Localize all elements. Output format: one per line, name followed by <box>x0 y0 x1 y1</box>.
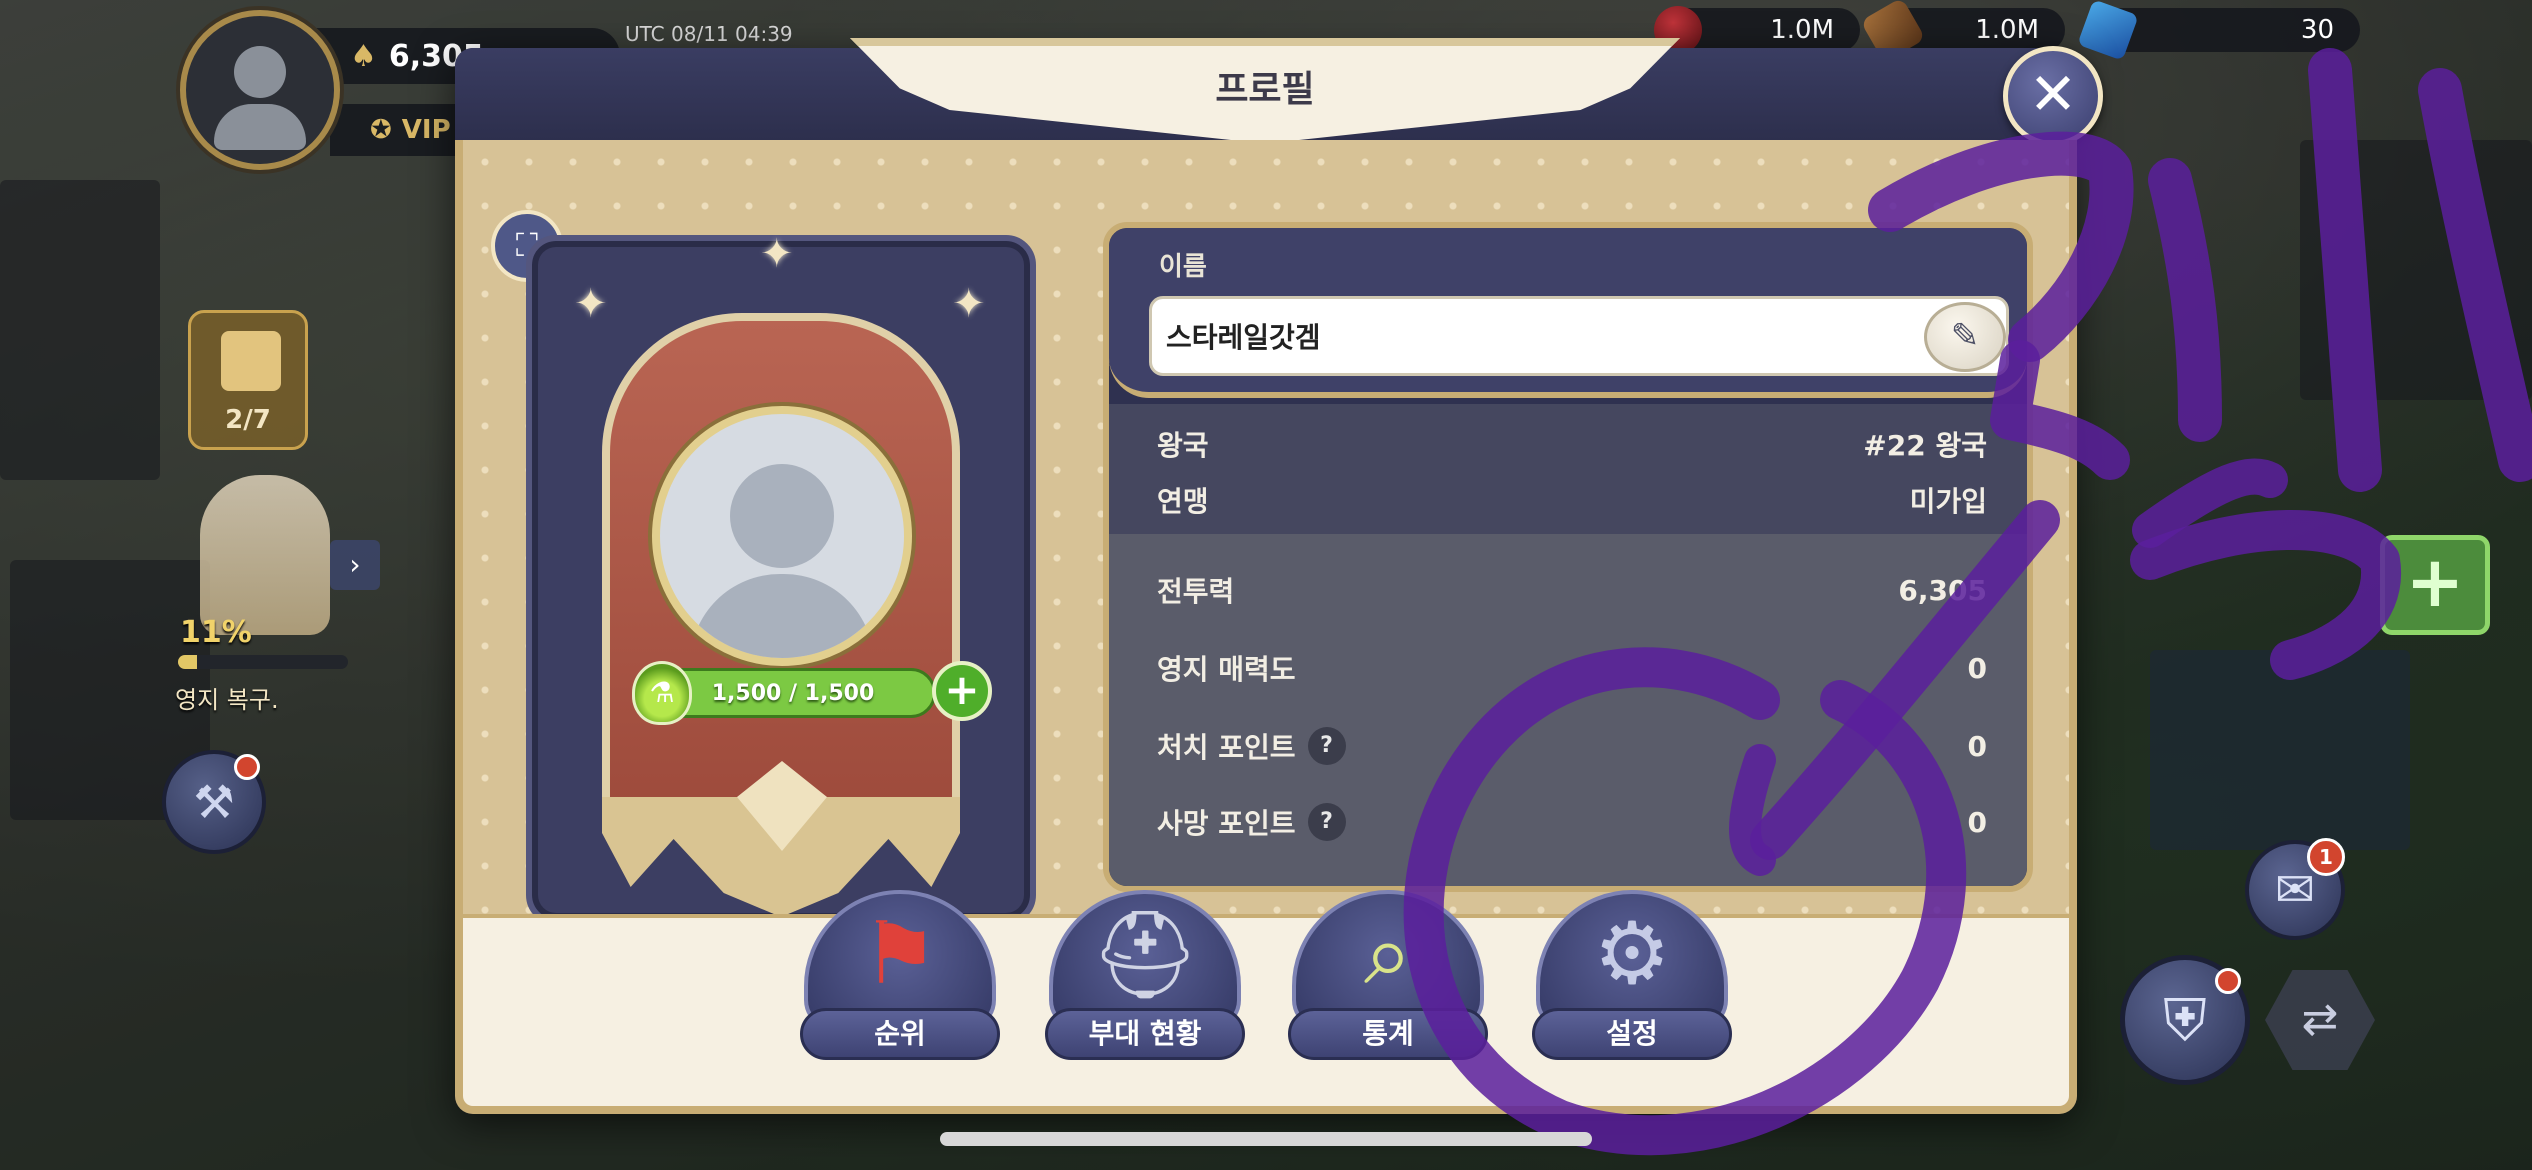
resource-wood[interactable]: 1.0M <box>1860 0 2065 63</box>
stat-row-charm: 영지 매력도 0 <box>1109 640 2027 696</box>
resource-gem[interactable]: 30 <box>2077 0 2360 61</box>
build-button[interactable]: ⚒ <box>162 750 266 854</box>
ranking-banner-icon: ⚑ <box>861 904 939 1004</box>
resource-meat[interactable]: 1.0M <box>1654 6 1860 54</box>
gear-icon: ⚙ <box>1593 904 1671 1004</box>
swap-icon: ⇄ <box>2301 994 2339 1045</box>
kingdom-label: 왕국 <box>1157 429 1209 462</box>
troop-status-button[interactable]: ⛑ 부대 현황 <box>1045 890 1245 1060</box>
envelope-icon: ✉ <box>2274 862 2316 918</box>
portrait-body-silhouette <box>690 574 874 658</box>
star-ornament-icon: ✦ <box>574 281 608 327</box>
restore-progress-fill <box>178 655 197 669</box>
potion-icon: ⚗ <box>632 661 692 725</box>
mail-button[interactable]: ✉ 1 <box>2245 838 2345 940</box>
troops-button[interactable]: ⛨ <box>2120 955 2250 1085</box>
stat-label: 사망 포인트 <box>1157 807 1296 840</box>
help-icon[interactable]: ? <box>1307 803 1346 841</box>
troop-status-label: 부대 현황 <box>1045 1008 1245 1060</box>
stat-value: 0 <box>1967 805 1987 839</box>
utc-clock: UTC 08/11 04:39 <box>625 22 793 46</box>
alliance-label: 연맹 <box>1157 485 1209 518</box>
mail-badge: 1 <box>2307 838 2345 876</box>
stat-label: 처치 포인트 <box>1157 731 1296 764</box>
profile-portrait[interactable] <box>652 406 912 666</box>
modal-body: ⛶ ✦ ✦ ✦ 1,500 / 1,500 ⚗ + 이름 스타레일갓겜 ✎ 왕국… <box>455 140 2077 925</box>
avatar-head-silhouette <box>234 46 286 98</box>
quest-count: 2/7 <box>225 405 271 435</box>
vip-label: VIP <box>401 115 451 145</box>
name-value: 스타레일갓겜 <box>1166 321 1321 354</box>
settings-button[interactable]: ⚙ 설정 <box>1532 890 1732 1060</box>
edit-name-button[interactable]: ✎ <box>1924 302 2006 372</box>
plus-icon: + <box>944 665 980 714</box>
close-button[interactable]: ✕ <box>2003 46 2103 146</box>
expand-arrow-button[interactable]: › <box>330 540 380 590</box>
restore-label: 영지 복구. <box>175 686 279 714</box>
stat-value: 0 <box>1967 729 1987 763</box>
hammer-icon: ⚒ <box>193 775 235 829</box>
magnifier-icon: ⌕ <box>1363 904 1413 1004</box>
restore-percent: 11% <box>180 615 252 650</box>
notification-dot <box>234 754 260 780</box>
scroll-icon <box>221 331 281 391</box>
pencil-icon: ✎ <box>1950 316 1980 356</box>
star-ornament-icon: ✦ <box>760 231 794 277</box>
profile-modal: 프로필 ✕ ⛶ ✦ ✦ ✦ 1,500 / 1,500 ⚗ + 이름 스타레일갓… <box>455 38 2103 1114</box>
vip-gear-icon: ✪ <box>370 115 392 145</box>
name-section: 이름 스타레일갓겜 ✎ <box>1109 228 2027 398</box>
helmet-icon: ⛑ <box>1090 905 1200 1005</box>
statistics-label: 통계 <box>1288 1008 1488 1060</box>
stat-value: 0 <box>1967 651 1987 685</box>
chevron-right-icon: › <box>349 548 361 581</box>
hero-portrait <box>200 475 330 635</box>
name-field[interactable]: 스타레일갓겜 <box>1149 296 2009 376</box>
stamina-value: 1,500 / 1,500 <box>711 680 875 706</box>
add-stamina-button[interactable]: + <box>932 661 992 721</box>
portrait-head-silhouette <box>730 464 834 568</box>
stamina-bar: 1,500 / 1,500 <box>650 668 936 718</box>
alliance-row: 연맹 미가입 <box>1109 472 2027 528</box>
profile-info-panel: 이름 스타레일갓겜 ✎ 왕국 #22 왕국 연맹 미가입 전투력 6,305 영… <box>1103 222 2033 892</box>
resource-meat-value: 1.0M <box>1770 15 1834 45</box>
player-avatar[interactable] <box>180 10 340 170</box>
stat-row-kill-points: 처치 포인트? 0 <box>1109 718 2027 774</box>
ranking-button[interactable]: ⚑ 순위 <box>800 890 1000 1060</box>
ranking-label: 순위 <box>800 1008 1000 1060</box>
profile-card: ✦ ✦ ✦ 1,500 / 1,500 ⚗ + <box>526 231 1036 925</box>
kingdom-value: #22 왕국 <box>1863 429 1987 462</box>
name-label: 이름 <box>1159 252 1207 282</box>
alliance-value: 미가입 <box>1909 485 1987 518</box>
stat-value: 6,305 <box>1898 573 1987 607</box>
stat-row-death-points: 사망 포인트? 0 <box>1109 794 2027 850</box>
stat-row-power: 전투력 6,305 <box>1109 562 2027 618</box>
knight-helmet-icon: ⛨ <box>2163 986 2207 1054</box>
settings-label: 설정 <box>1532 1008 1732 1060</box>
modal-footer <box>455 914 2077 1114</box>
add-building-button[interactable]: + <box>2380 535 2490 635</box>
restore-progress-bar <box>178 655 348 669</box>
close-icon: ✕ <box>2028 60 2078 128</box>
home-indicator[interactable] <box>940 1132 1592 1146</box>
resource-gem-value: 30 <box>2300 15 2334 45</box>
kingdom-row: 왕국 #22 왕국 <box>1109 416 2027 472</box>
help-icon[interactable]: ? <box>1307 727 1346 765</box>
stat-label: 전투력 <box>1157 575 1235 608</box>
modal-title: 프로필 <box>1215 69 1315 110</box>
power-icon: ♠ <box>350 38 377 74</box>
notification-dot <box>2215 968 2241 994</box>
star-ornament-icon: ✦ <box>952 281 986 327</box>
avatar-body-silhouette <box>214 104 306 150</box>
resource-wood-value: 1.0M <box>1975 15 2039 45</box>
stat-label: 영지 매력도 <box>1157 653 1296 686</box>
quest-scroll-button[interactable]: 2/7 <box>188 310 308 450</box>
plus-icon: + <box>2405 541 2465 623</box>
statistics-button[interactable]: ⌕ 통계 <box>1288 890 1488 1060</box>
